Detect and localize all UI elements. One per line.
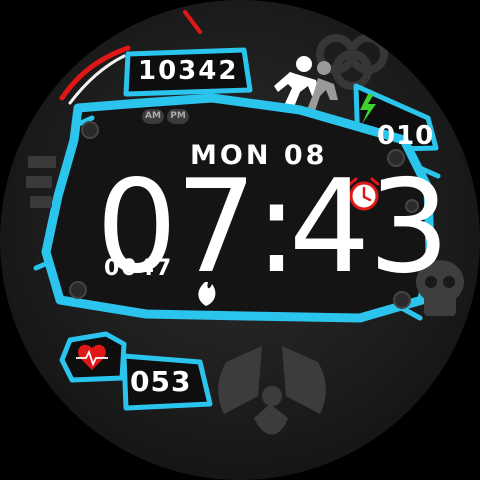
steps-value: 10342: [138, 56, 239, 86]
watch-face: 10342 010 AM PM MON 08 07:43 0047 053: [0, 0, 480, 480]
calories-value: 0047: [104, 256, 174, 281]
time-minute: 43: [288, 153, 450, 302]
time-display: 07:43: [96, 148, 450, 308]
biohazard-icon: [316, 34, 388, 90]
heart-rate-value: 053: [130, 365, 192, 398]
left-decor: [26, 156, 56, 208]
am-indicator: AM: [142, 109, 164, 124]
battery-value: 010: [377, 121, 435, 151]
time-separator: :: [254, 153, 298, 302]
radiation-icon: [218, 346, 326, 435]
time-hour: 07: [96, 153, 257, 302]
pm-indicator: PM: [167, 109, 189, 124]
